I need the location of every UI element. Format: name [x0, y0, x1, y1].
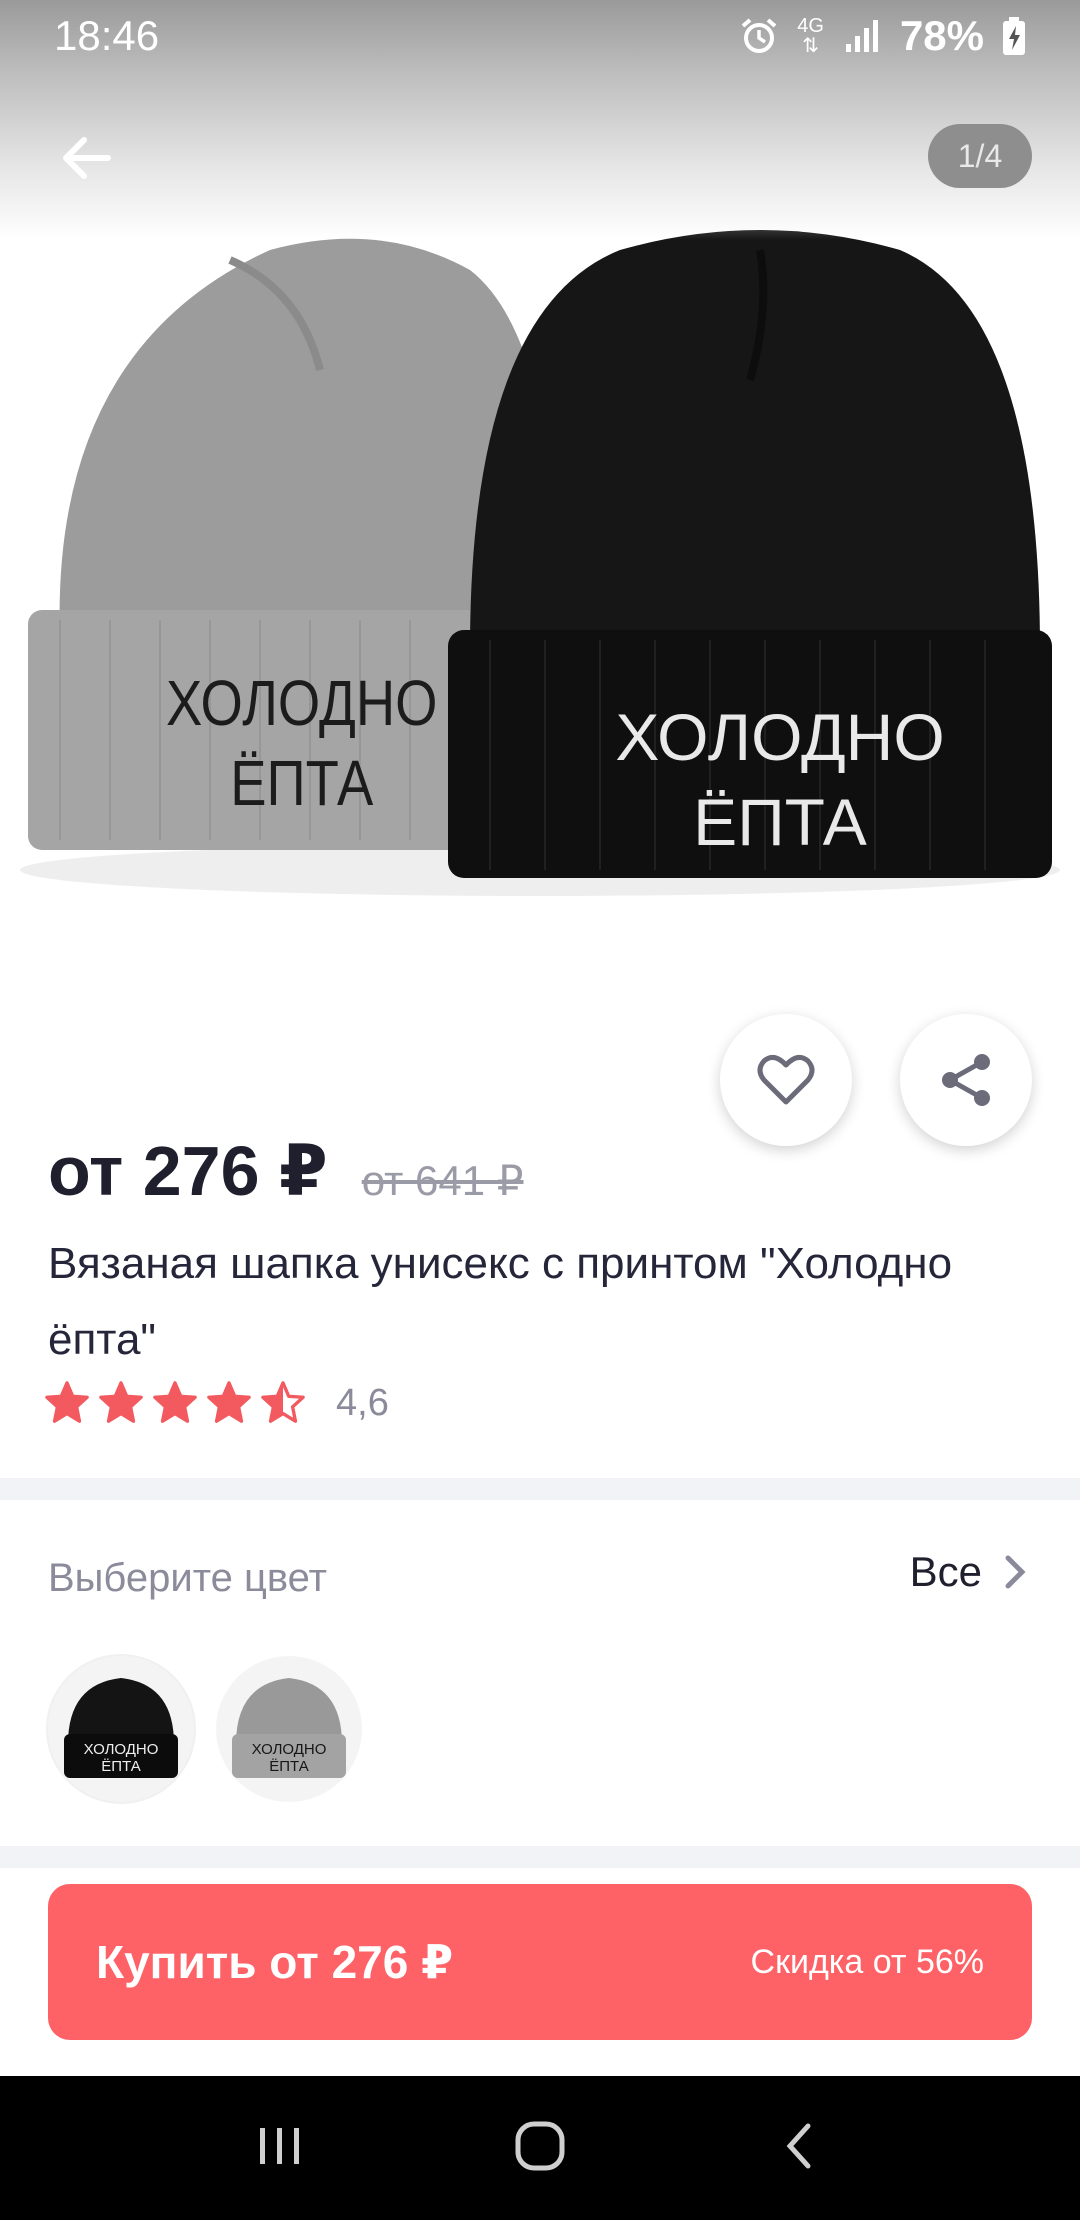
product-title: Вязаная шапка унисекс с принтом "Холодно…	[48, 1239, 953, 1364]
all-link-label: Все	[909, 1548, 982, 1595]
system-back-button[interactable]	[770, 2116, 830, 2181]
color-option-black[interactable]: ХОЛОДНО ЁПТА	[48, 1656, 194, 1802]
status-time: 18:46	[54, 12, 160, 59]
price-row: от 276 ₽ от 641 ₽	[48, 1130, 524, 1212]
favorite-button[interactable]	[720, 1014, 852, 1146]
black-beanie-thumbnail: ХОЛОДНО ЁПТА	[64, 1678, 178, 1778]
recent-apps-icon	[260, 2127, 299, 2164]
share-button[interactable]	[900, 1014, 1032, 1146]
signal-icon	[845, 20, 878, 52]
color-option-gray[interactable]: ХОЛОДНО ЁПТА	[216, 1656, 362, 1802]
network-4g-icon: 4G ⇅	[797, 15, 824, 57]
heart-icon	[757, 1054, 815, 1105]
color-picker-label: Выберите цвет	[48, 1556, 327, 1600]
network-type-label: 4G	[797, 15, 824, 37]
black-beanie-text-line2: ЁПТА	[693, 785, 867, 859]
buy-button-discount: Скидка от 56%	[750, 1942, 984, 1981]
gray-beanie-text-line1: ХОЛОДНО	[166, 667, 437, 739]
image-pager: 1/4	[928, 124, 1032, 188]
home-icon	[515, 2121, 565, 2170]
system-nav-bar	[0, 2076, 1080, 2220]
current-price: от 276 ₽	[48, 1132, 328, 1210]
black-beanie-text-line1: ХОЛОДНО	[615, 700, 944, 774]
buy-button-label: Купить от 276 ₽	[96, 1936, 454, 1988]
section-divider-2	[0, 1846, 1080, 1868]
arrow-left-icon	[63, 137, 111, 179]
thumb-gray-line1: ХОЛОДНО	[252, 1741, 327, 1758]
star-icon	[261, 1381, 305, 1423]
section-divider	[0, 1478, 1080, 1500]
battery-charging-icon	[1003, 17, 1025, 55]
star-icon	[153, 1381, 197, 1423]
alarm-icon	[741, 18, 777, 53]
buy-button[interactable]: Купить от 276 ₽ Скидка от 56%	[48, 1884, 1032, 2040]
star-icon	[45, 1381, 89, 1423]
color-all-link[interactable]: Все	[910, 1548, 1028, 1596]
thumb-black-line1: ХОЛОДНО	[84, 1741, 159, 1758]
star-icon	[207, 1381, 251, 1423]
thumb-gray-line2: ЁПТА	[269, 1758, 308, 1775]
chevron-right-icon	[1005, 1555, 1026, 1589]
back-icon	[786, 2123, 811, 2168]
gray-beanie-text-line2: ЁПТА	[230, 747, 373, 819]
thumb-black-line2: ЁПТА	[101, 1758, 140, 1775]
gray-beanie-thumbnail: ХОЛОДНО ЁПТА	[232, 1678, 346, 1778]
rating-stars	[44, 1380, 306, 1426]
product-image-gallery[interactable]: ХОЛОДНО ЁПТА ХОЛОДНО ЁПТА	[0, 0, 1080, 960]
product-image: ХОЛОДНО ЁПТА ХОЛОДНО ЁПТА	[20, 230, 1060, 896]
share-icon	[942, 1054, 990, 1106]
recent-apps-button[interactable]	[250, 2116, 310, 2181]
star-icon	[99, 1381, 143, 1423]
home-button[interactable]	[510, 2116, 570, 2181]
status-icons: 4G ⇅ 78%	[739, 12, 1026, 60]
status-bar: 18:46 4G ⇅ 78%	[0, 0, 1080, 72]
product-rating[interactable]: 4,6	[44, 1380, 389, 1426]
rating-value: 4,6	[336, 1381, 389, 1424]
back-button[interactable]	[44, 116, 128, 200]
old-price: от 641 ₽	[361, 1157, 524, 1204]
battery-percent: 78%	[899, 12, 984, 59]
